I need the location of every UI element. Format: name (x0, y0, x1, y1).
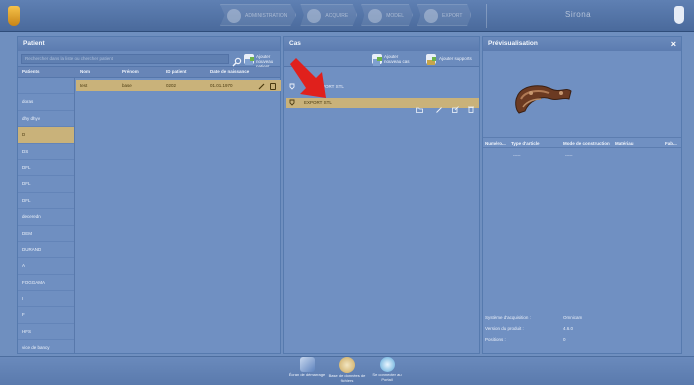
list-item[interactable]: dhy dhyv (18, 111, 74, 128)
workflow-step-export[interactable]: EXPORT (416, 4, 472, 26)
list-item[interactable]: deceredn (18, 209, 74, 226)
tooth-menu-icon[interactable] (674, 6, 684, 24)
table-row-selected-patient[interactable]: test base 0202 01.01.1970 (76, 80, 281, 91)
list-item[interactable]: DURAND (18, 242, 74, 259)
patient-panel: Patient Rechercher dans la liste ou cher… (17, 36, 281, 357)
list-item[interactable]: DFL (18, 193, 74, 210)
patient-toolbar: Rechercher dans la liste ou chercher pat… (18, 51, 280, 69)
add-case-button[interactable]: Ajouter nouveau cas (384, 54, 414, 64)
add-case-icon[interactable] (372, 54, 382, 66)
preview-panel: Prévisualisation × Numéro... Type d'arti… (482, 36, 682, 354)
col-numero[interactable]: Numéro... (485, 141, 506, 146)
export-icon (423, 9, 438, 23)
col-date-naissance[interactable]: Date de naissance (210, 69, 249, 74)
patient-panel-title: Patient (18, 37, 280, 51)
list-item[interactable]: FOGGAMA (18, 275, 74, 292)
edit-patient-icon[interactable] (258, 83, 265, 90)
database-icon (339, 357, 355, 373)
edit-case-icon[interactable] (436, 100, 442, 118)
acquire-icon (307, 9, 322, 23)
col-prenom[interactable]: Prénom (122, 69, 139, 74)
info-line: Version du produit : 4.6.0 (483, 324, 681, 335)
preview-table-header: Numéro... Type d'article Mode de constru… (483, 137, 681, 148)
info-key: Positions : (485, 337, 506, 342)
model-icon (368, 9, 383, 23)
list-item[interactable]: I (18, 291, 74, 308)
preview-info: Système d'acquisition : Omnicam Version … (483, 313, 681, 346)
info-key: Système d'acquisition : (485, 315, 531, 320)
database-button[interactable]: Base de données de fichiers (327, 357, 367, 383)
portal-icon (379, 357, 395, 372)
close-preview-button[interactable]: × (671, 38, 676, 50)
list-item[interactable] (18, 78, 74, 95)
cell-mode: ----- (565, 153, 573, 158)
info-value: 0 (563, 337, 566, 342)
table-row[interactable]: ----- ----- (483, 151, 681, 161)
add-patient-icon[interactable] (244, 54, 254, 65)
red-arrow-annotation (290, 58, 326, 98)
export-case-icon[interactable] (452, 100, 459, 118)
cell-prenom: base (122, 83, 132, 88)
workflow-steps: ADMINISTRATION ACQUIRE MODEL EXPORT (220, 4, 475, 28)
list-item[interactable]: DFL (18, 176, 74, 193)
tooth-logo-icon[interactable] (8, 6, 20, 26)
preview-panel-title: Prévisualisation (483, 37, 681, 51)
info-value: 4.6.0 (563, 326, 574, 331)
list-item[interactable]: DEM (18, 226, 74, 242)
workflow-step-administration[interactable]: ADMINISTRATION (220, 4, 297, 26)
cell-dob: 01.01.1970 (210, 83, 233, 88)
col-fab[interactable]: Fab... (665, 141, 677, 146)
col-type-article[interactable]: Type d'article (511, 141, 540, 146)
list-item[interactable]: A (18, 258, 74, 275)
start-screen-icon (299, 357, 315, 372)
col-materiau[interactable]: Matériau (615, 141, 634, 146)
cell-nom: test (80, 83, 88, 88)
portal-connect-button[interactable]: Se connecter au Portail (367, 357, 407, 382)
brand-label: Sirona (565, 10, 592, 19)
delete-case-icon[interactable] (468, 100, 474, 118)
list-item[interactable]: F (18, 307, 74, 324)
search-icon[interactable] (232, 54, 242, 67)
patient-search-input[interactable]: Rechercher dans la liste ou chercher pat… (21, 54, 229, 64)
patient-table-header: Patients Nom Prénom ID patient Date de n… (18, 67, 280, 78)
start-screen-button[interactable]: Écran de démarrage (287, 357, 327, 378)
open-folder-icon[interactable] (416, 100, 423, 118)
list-item[interactable]: doras (18, 94, 74, 111)
toolbar-divider (486, 4, 487, 28)
bottom-navigation: Écran de démarrage Base de données de fi… (0, 356, 694, 385)
col-mode-construction[interactable]: Mode de construction (563, 141, 610, 146)
workflow-step-model[interactable]: MODEL (361, 4, 413, 26)
info-key: Version du produit : (485, 326, 524, 331)
cell-type: ----- (513, 153, 521, 158)
dental-scan-preview (515, 85, 572, 114)
col-patients[interactable]: Patients (22, 69, 40, 74)
add-support-button[interactable]: Ajouter supports (439, 56, 479, 61)
top-toolbar: ADMINISTRATION ACQUIRE MODEL EXPORT Siro… (0, 0, 694, 32)
list-item[interactable]: vice de bancy (18, 340, 74, 357)
list-item[interactable]: DS (18, 144, 74, 160)
info-line: Positions : 0 (483, 335, 681, 346)
cell-id: 0202 (166, 83, 177, 88)
add-support-icon[interactable] (426, 54, 436, 65)
col-nom[interactable]: Nom (80, 69, 90, 74)
list-item[interactable]: HFS (18, 324, 74, 341)
col-id-patient[interactable]: ID patient (166, 69, 187, 74)
administration-icon (227, 9, 241, 23)
info-line: Système d'acquisition : Omnicam (483, 313, 681, 324)
delete-patient-icon[interactable] (270, 83, 276, 90)
info-value: Omnicam (563, 315, 583, 320)
cases-panel-title: Cas (284, 37, 479, 51)
list-item[interactable]: DFL (18, 160, 74, 177)
list-item[interactable]: D (18, 127, 74, 144)
patient-alpha-list: doras dhy dhyv D DS DFL DFL DFL deceredn… (18, 78, 75, 357)
case-row-actions (410, 98, 479, 113)
workflow-step-acquire[interactable]: ACQUIRE (300, 4, 358, 26)
